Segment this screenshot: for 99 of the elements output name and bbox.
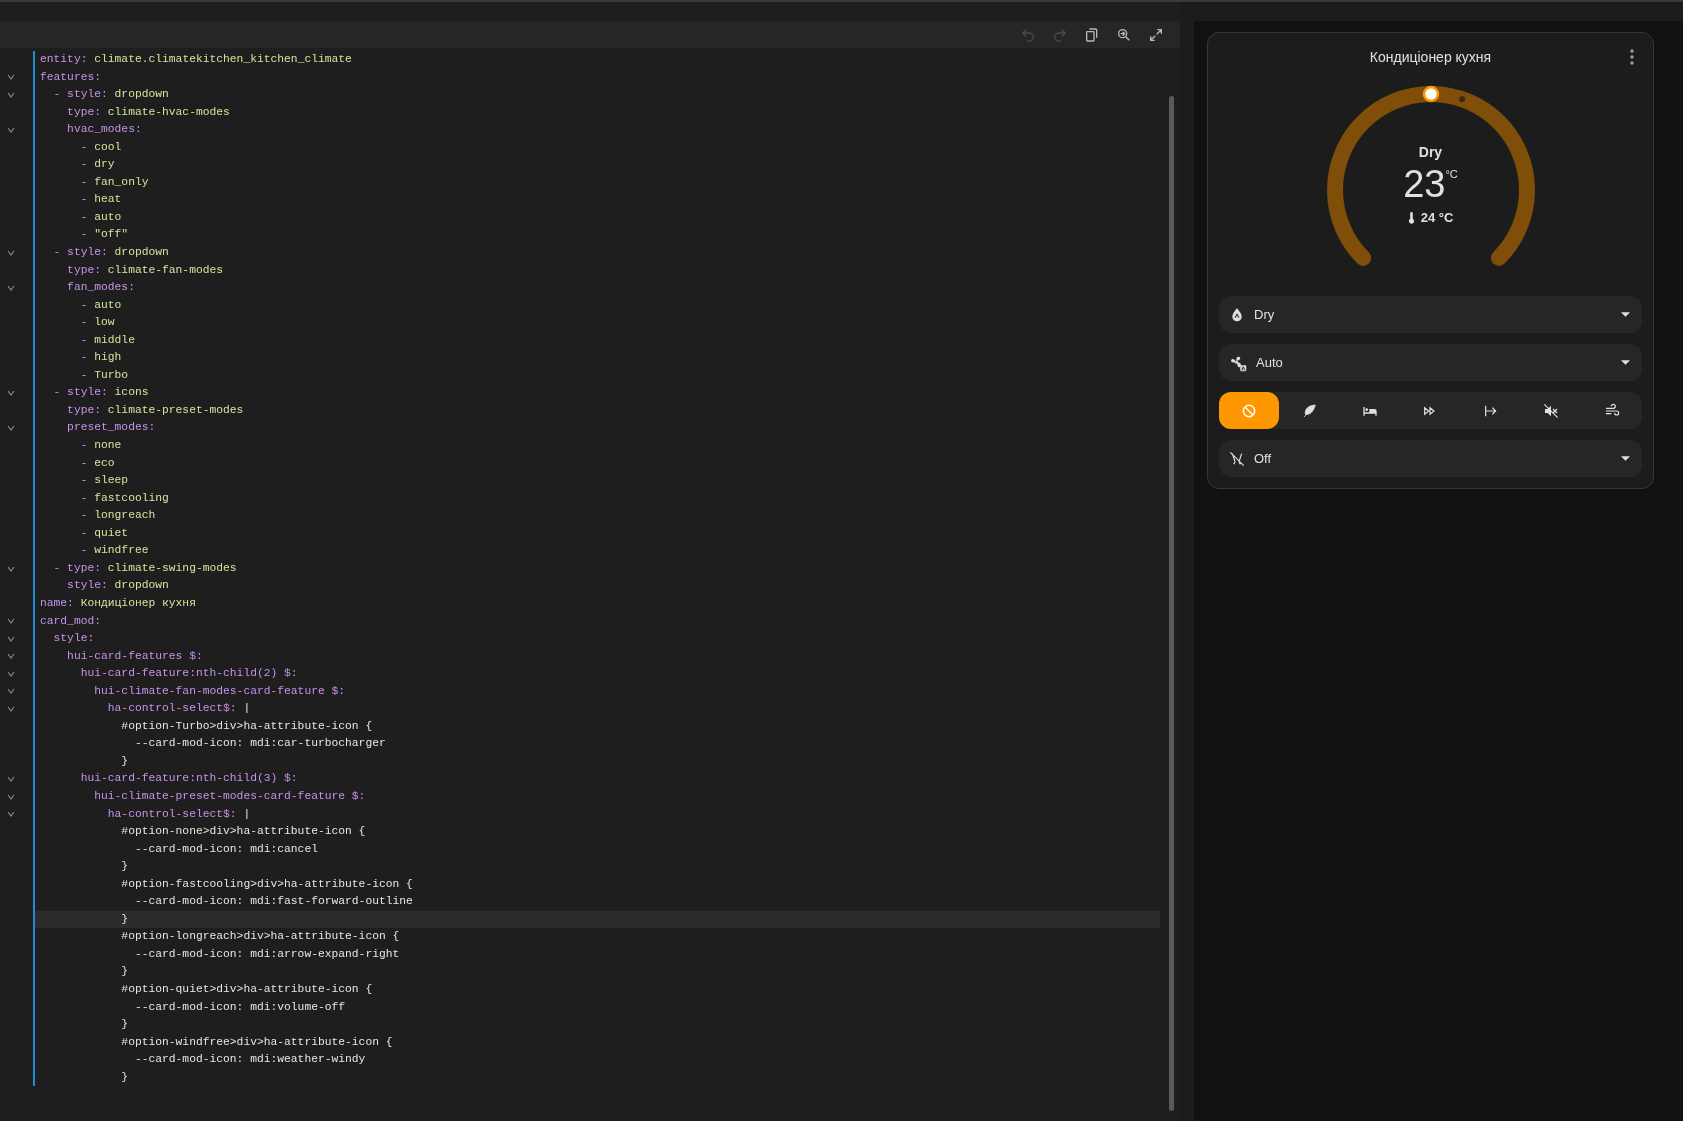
code-line: hvac_modes: [66,122,143,138]
fold-chevron-icon[interactable] [7,776,15,783]
code-line: hui-climate-preset-modes-card-feature $: [93,788,367,804]
code-line: - "off" [79,227,130,243]
code-line: - heat [79,192,123,208]
code-line: #option-Turbo>div>ha-attribute-icon { [120,718,374,734]
code-line: - middle [79,332,136,348]
code-line: - style: icons [52,385,150,401]
card-title: Кондиціонер кухня [1369,49,1492,65]
code-line: } [120,1017,130,1033]
code-line: hui-card-features $: [66,648,204,664]
fold-chevron-icon[interactable] [7,793,15,800]
code-line: - auto [79,297,123,313]
code-line: --card-mod-icon: mdi:car-turbocharger [133,736,387,752]
code-line: - dry [79,157,116,173]
target-temperature: 23 [1403,164,1446,204]
code-line: --card-mod-icon: mdi:weather-windy [133,1052,367,1068]
fold-chevron-icon[interactable] [7,653,15,660]
code-line: } [120,964,130,980]
code-line: - cool [79,139,123,155]
code-line: - style: dropdown [52,245,170,260]
code-line: - style: dropdown [52,87,170,103]
code-line: - sleep [79,473,130,489]
code-line: hui-card-feature:nth-child(2) $: [79,666,299,682]
code-line: preset_modes: [66,420,157,436]
code-line: } [120,753,130,769]
fold-chevron-icon[interactable] [7,91,15,98]
code-line: #option-windfree>div>ha-attribute-icon { [120,1034,394,1050]
code-line: #option-quiet>div>ha-attribute-icon { [120,982,374,997]
code-line: #option-fastcooling>div>ha-attribute-icon { [120,876,414,892]
code-line: --card-mod-icon: mdi:fast-forward-outline [133,894,414,910]
fold-chevron-icon[interactable] [7,390,15,397]
code-line: type: climate-fan-modes [66,262,225,278]
preset-option[interactable] [1219,392,1280,429]
code-line: - eco [79,455,116,471]
slider-thumb[interactable] [1422,85,1439,103]
code-line: --card-mod-icon: mdi:volume-off [133,999,347,1015]
cancel-icon [1241,402,1258,419]
code-line: type: climate-hvac-modes [66,104,231,120]
fold-chevron-icon[interactable] [7,811,15,818]
code-line: - fan_only [79,174,150,190]
code-line: - high [79,350,123,366]
temperature-arc[interactable] [1326,86,1535,266]
muted-speaker-icon [1543,402,1560,419]
fold-chevron-icon[interactable] [7,126,15,133]
code-line: #option-none>div>ha-attribute-icon { [120,824,367,840]
swing-off-icon [1229,450,1245,467]
code-line: #option-longreach>div>ha-attribute-icon { [120,929,401,945]
fold-chevron-icon[interactable] [7,618,15,625]
caret-icon [1621,360,1630,365]
caret-icon [1621,456,1630,461]
fold-chevron-icon[interactable] [7,635,15,642]
code-line: - longreach [79,508,157,524]
code-line: --card-mod-icon: mdi:cancel [133,841,319,857]
code-line: style: [52,631,96,647]
code-line: hui-climate-fan-modes-card-feature $: [93,683,347,699]
code-line: - type: climate-swing-modes [52,560,238,576]
code-line: hui-card-feature:nth-child(3) $: [79,771,299,787]
wind-icon [1603,402,1620,419]
code-line: type: climate-preset-modes [66,402,245,418]
code-line: style: dropdown [66,578,170,594]
mode-dropdown[interactable]: Off [1219,440,1642,477]
code-line: fan_modes: [66,280,136,296]
mode-dropdown[interactable]: Auto [1219,344,1642,381]
code-line: } [120,859,130,875]
code-line: - windfree [79,543,150,559]
fold-chevron-icon[interactable] [7,284,15,291]
code-line: --card-mod-icon: mdi:arrow-expand-right [133,946,401,962]
fold-chevron-icon[interactable] [7,670,15,677]
fold-chevron-icon[interactable] [7,74,15,81]
caret-icon [1621,312,1630,317]
fold-chevron-icon[interactable] [7,425,15,432]
code-line: card_mod: [39,613,102,629]
fold-chevron-icon[interactable] [7,706,15,712]
thermometer-icon [1407,211,1415,224]
code-line: - none [79,438,123,454]
droplet-icon [1229,306,1245,323]
scrollbar[interactable] [1169,96,1174,1111]
current-temperature-marker [1458,96,1465,103]
code-line: - fastcooling [79,490,170,506]
leaf-icon [1301,402,1318,419]
code-line: features: [39,69,102,85]
code-line: entity: climate.climatekitchen_kitchen_climate [39,52,353,67]
code-line: ha-control-select$: | [106,806,252,822]
more-options-icon[interactable] [1630,49,1634,65]
mode-dropdown[interactable]: Dry [1219,296,1642,333]
code-line: ha-control-select$: | [106,701,252,717]
code-line: name: Кондиціонер кухня [39,595,197,611]
fold-chevron-icon[interactable] [7,565,15,572]
fold-chevron-icon[interactable] [7,688,15,695]
code-line: - auto [79,209,123,225]
code-line: - quiet [79,525,130,541]
code-line: - low [79,315,116,331]
fold-chevron-icon[interactable] [7,249,15,256]
code-line: } [120,1069,130,1085]
mode-label: Dry [1418,144,1443,160]
temperature-unit: °C [1445,168,1458,180]
code-line: - Turbo [79,367,130,383]
current-temperature: 24 °C [1420,210,1454,225]
